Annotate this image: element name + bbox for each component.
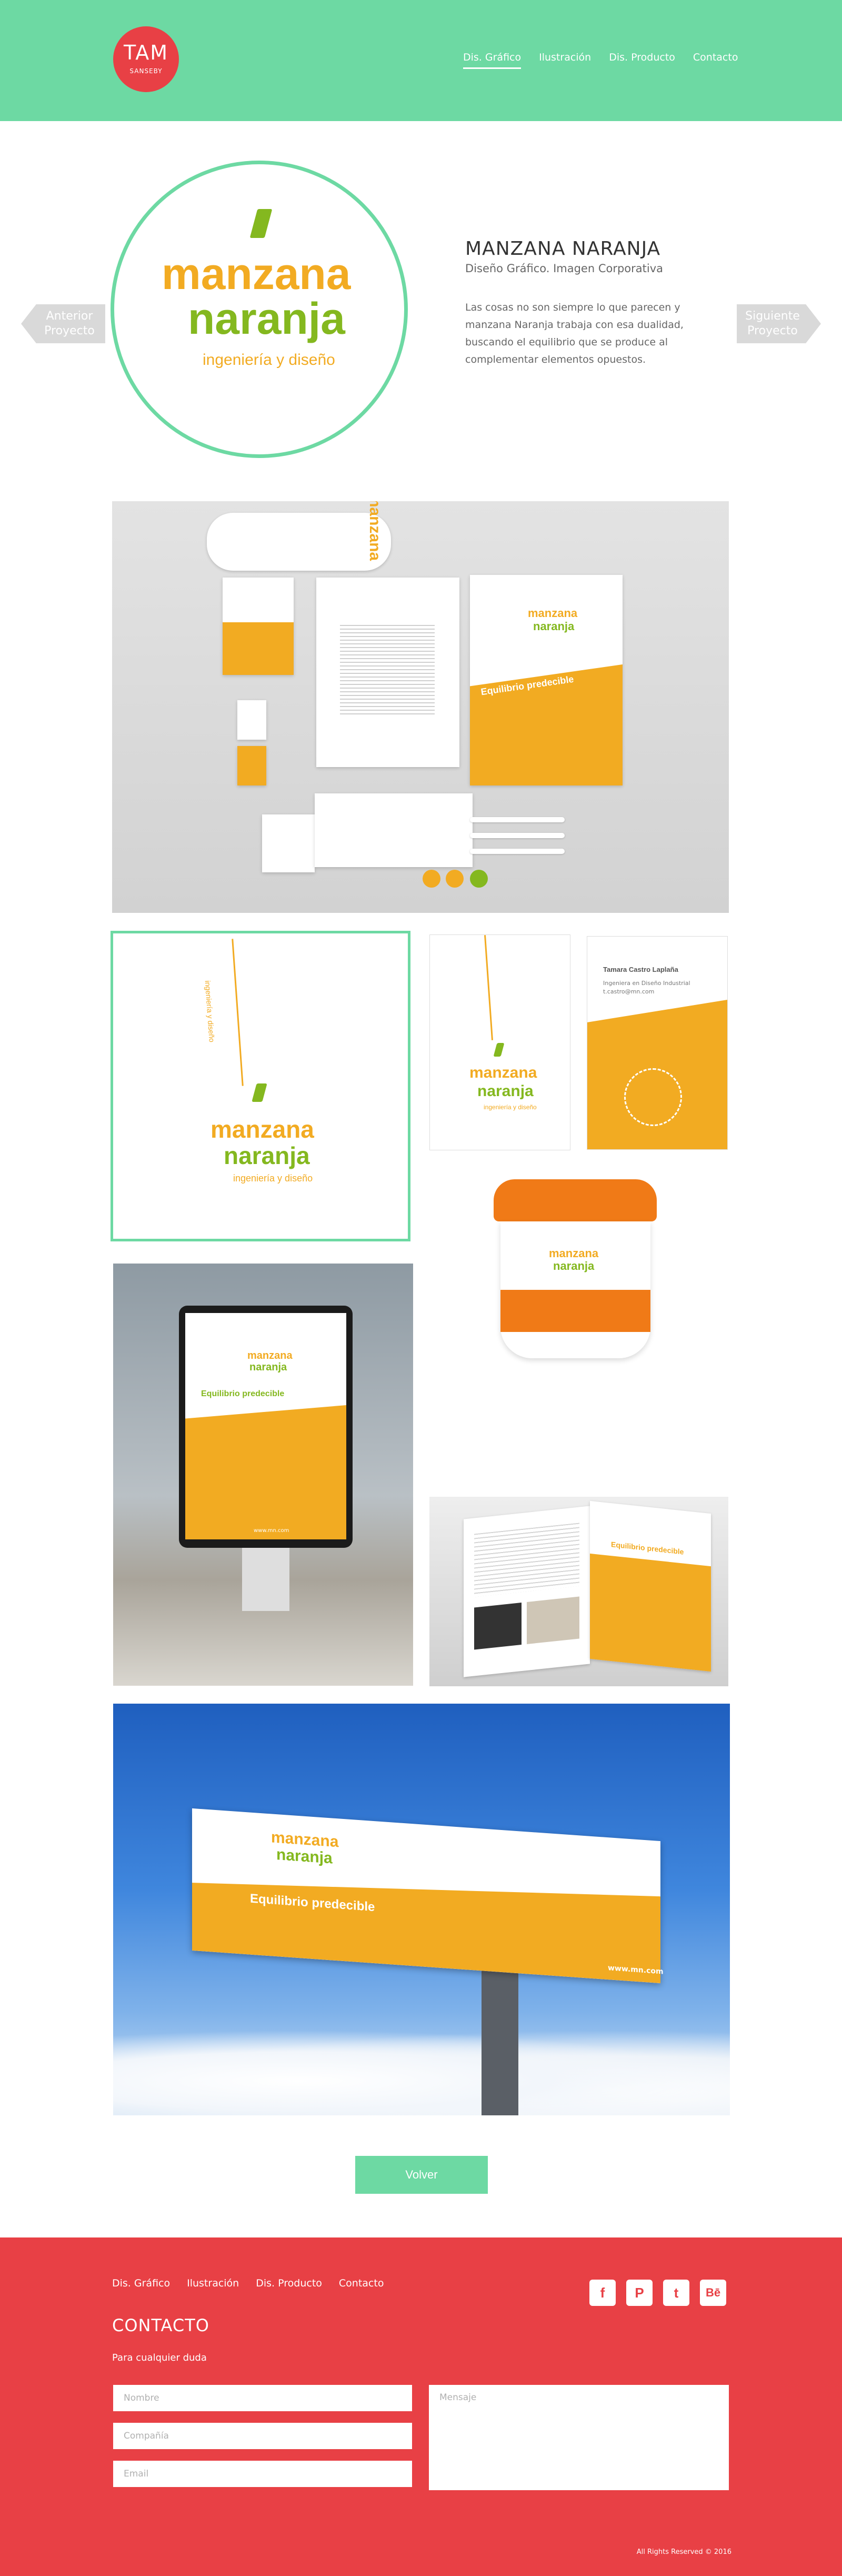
notebook: [223, 578, 294, 675]
card-brand-line1: manzana: [469, 1064, 537, 1081]
contact-heading: CONTACTO: [112, 2315, 209, 2335]
magazine-orange-panel: [590, 1553, 711, 1672]
poster-orange-panel: [185, 1405, 346, 1539]
poster-brand-line2: naranja: [249, 1361, 287, 1373]
pinterest-icon[interactable]: P: [626, 2280, 653, 2306]
magazine-right-page: Equilibrio predecible: [590, 1500, 711, 1672]
cup-brand-line1: manzana: [549, 1247, 599, 1260]
footer-nav-ilustracion[interactable]: Ilustración: [187, 2277, 239, 2289]
logo-stem: [232, 939, 244, 1086]
brand-name-line2: naranja: [188, 294, 345, 343]
footer-nav: Dis. Gráfico Ilustración Dis. Producto C…: [112, 2277, 400, 2289]
next-project-button[interactable]: Siguiente Proyecto: [737, 304, 821, 343]
folder-brand-line1: manzana: [528, 606, 578, 620]
nav-ilustracion[interactable]: Ilustración: [539, 52, 591, 69]
poster-url: www.mn.com: [254, 1528, 289, 1534]
magazine-left-page: [464, 1506, 590, 1677]
project-description: Las cosas no son siempre lo que parecen …: [465, 302, 684, 365]
poster-frame: manzana naranja Equilibrio predecible ww…: [179, 1306, 353, 1548]
email-field[interactable]: [113, 2461, 412, 2487]
company-field[interactable]: [113, 2423, 412, 2449]
billboard-brand-line2: naranja: [276, 1846, 333, 1867]
nav-contacto[interactable]: Contacto: [693, 52, 738, 69]
street-poster-image: manzana naranja Equilibrio predecible ww…: [113, 1264, 413, 1686]
card-circle-emblem: [624, 1068, 682, 1126]
logo-text: TAM: [123, 41, 169, 64]
main-nav: Dis. Gráfico Ilustración Dis. Producto C…: [463, 52, 756, 69]
logo-subtext: SANSEBY: [129, 67, 163, 75]
cup-body: manzana naranja: [500, 1221, 650, 1358]
billboard-pole: [482, 1951, 518, 2115]
back-button[interactable]: Volver: [355, 2156, 488, 2194]
badge: [470, 870, 488, 888]
logo-stem: [484, 935, 493, 1040]
billboard-panel: manzana naranja Equilibrio predecible ww…: [192, 1808, 664, 1984]
site-logo[interactable]: TAM SANSEBY: [113, 26, 179, 92]
pen: [470, 817, 565, 822]
business-card-front: [237, 700, 266, 740]
footer-nav-dis-grafico[interactable]: Dis. Gráfico: [112, 2277, 170, 2289]
brand-tagline: ingeniería y diseño: [203, 351, 335, 369]
project-title: MANZANA NARANJA: [465, 238, 661, 260]
tile-brand-line2: naranja: [224, 1142, 310, 1169]
copyright-text: All Rights Reserved © 2016: [636, 2548, 731, 2556]
badge: [446, 870, 464, 888]
footer-nav-dis-producto[interactable]: Dis. Producto: [256, 2277, 322, 2289]
poster-stand: [242, 1548, 289, 1611]
badge: [423, 870, 440, 888]
folder-brand-line2: naranja: [533, 620, 575, 633]
site-header: TAM SANSEBY Dis. Gráfico Ilustración Dis…: [0, 0, 842, 121]
card-brand-tagline: ingeniería y diseño: [484, 1103, 537, 1111]
magazine-spread-image: Equilibrio predecible: [429, 1497, 728, 1686]
poster-panel: manzana naranja Equilibrio predecible ww…: [185, 1313, 346, 1539]
business-card-back-image: Tamara Castro Laplaña Ingeniera en Diseñ…: [587, 936, 728, 1150]
clouds: [113, 2030, 730, 2115]
leaf-icon: [249, 209, 273, 238]
card-person-name: Tamara Castro Laplaña: [603, 966, 678, 973]
envelope-large: [315, 793, 473, 867]
name-field[interactable]: [113, 2385, 412, 2411]
poster-brand: manzana: [366, 501, 384, 561]
nav-dis-grafico[interactable]: Dis. Gráfico: [463, 52, 522, 69]
card-person-email: t.castro@mn.com: [603, 988, 655, 995]
pen: [470, 833, 565, 838]
coffee-cup-image: manzana naranja: [429, 1179, 728, 1485]
message-field[interactable]: [429, 2385, 729, 2490]
site-footer: Dis. Gráfico Ilustración Dis. Producto C…: [0, 2237, 842, 2576]
vertical-tagline: ingeniería y diseño: [203, 980, 216, 1043]
vertical-logo-tile: ingeniería y diseño manzana naranja inge…: [111, 931, 410, 1241]
stationery-mockup-image: manzana manzana naranja Equilibrio prede…: [112, 501, 729, 913]
cup-lid: [494, 1179, 657, 1221]
folder: manzana naranja Equilibrio predecible: [470, 575, 623, 785]
tile-brand-tagline: ingeniería y diseño: [233, 1173, 313, 1183]
envelope-small: [262, 814, 315, 872]
facebook-icon[interactable]: f: [589, 2280, 616, 2306]
pen: [470, 849, 565, 854]
leaf-icon: [252, 1083, 267, 1102]
brand-name-line1: manzana: [162, 249, 351, 299]
card-brand-line2: naranja: [477, 1082, 534, 1100]
business-card-front-image: manzana naranja ingeniería y diseño: [429, 934, 570, 1150]
leaf-icon: [493, 1043, 505, 1057]
rolled-poster: manzana: [207, 501, 391, 571]
tile-brand-line1: manzana: [210, 1116, 314, 1143]
magazine-tagline: Equilibrio predecible: [611, 1540, 684, 1556]
project-subtitle: Diseño Gráfico. Imagen Corporativa: [465, 262, 664, 275]
billboard-image: manzana naranja Equilibrio predecible ww…: [113, 1704, 730, 2115]
twitter-icon[interactable]: t: [663, 2280, 689, 2306]
cup-brand-line2: naranja: [553, 1259, 595, 1272]
card-person-role: Ingeniera en Diseño Industrial: [603, 980, 690, 987]
letterhead: [316, 578, 459, 767]
previous-project-button[interactable]: Anterior Proyecto: [21, 304, 105, 343]
behance-icon[interactable]: Bē: [700, 2280, 726, 2306]
cup-sleeve: [500, 1290, 650, 1332]
contact-subtitle: Para cualquier duda: [112, 2352, 207, 2363]
billboard-orange-panel: [192, 1864, 660, 1983]
nav-dis-producto[interactable]: Dis. Producto: [609, 52, 675, 69]
footer-nav-contacto[interactable]: Contacto: [339, 2277, 384, 2289]
poster-tagline: Equilibrio predecible: [201, 1389, 285, 1398]
brand-logo-circle: manzana naranja ingeniería y diseño: [111, 161, 408, 458]
business-card-back: [237, 746, 266, 785]
poster-brand-line1: manzana: [247, 1350, 293, 1361]
